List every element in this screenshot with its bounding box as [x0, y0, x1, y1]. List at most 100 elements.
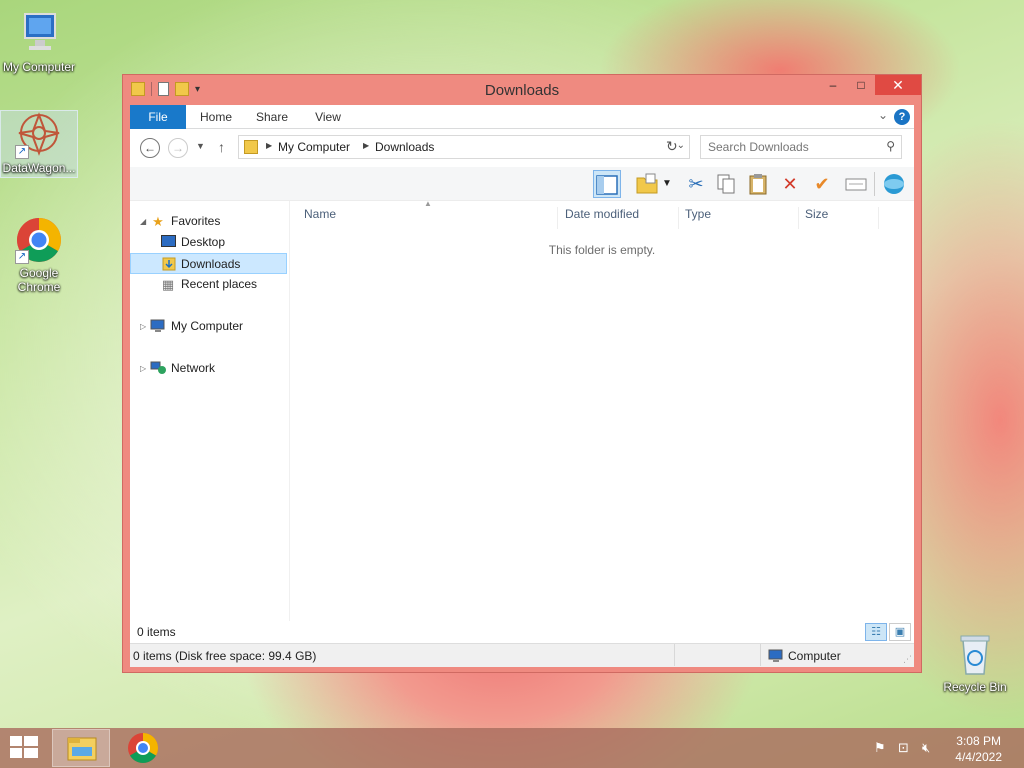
forward-button[interactable]: → — [168, 138, 188, 158]
chevron-down-icon[interactable]: ▼ — [660, 170, 674, 198]
large-icons-view-button[interactable]: ▣ — [889, 623, 911, 641]
computer-icon — [15, 10, 63, 58]
delete-icon[interactable]: ✕ — [776, 170, 804, 198]
clock-date: 4/4/2022 — [955, 750, 1002, 764]
new-folder-icon[interactable] — [633, 170, 661, 198]
nav-my-computer[interactable]: ▷ My Computer — [130, 316, 287, 337]
chevron-right-icon[interactable]: ▶ — [363, 141, 369, 150]
desktop-icon-recycle-bin[interactable]: Recycle Bin — [936, 630, 1014, 694]
recent-places-icon: ▦ — [161, 277, 175, 292]
tab-view[interactable]: View — [304, 105, 352, 129]
desktop-icon-label: Google Chrome — [17, 266, 61, 294]
help-icon[interactable]: ? — [894, 109, 910, 125]
copy-icon[interactable] — [712, 170, 740, 198]
item-count: 0 items — [137, 625, 176, 639]
network-icon — [150, 361, 166, 376]
column-header-type[interactable]: Type — [679, 207, 799, 229]
tab-file[interactable]: File — [130, 105, 186, 129]
expand-icon[interactable]: ▷ — [140, 316, 146, 337]
taskbar-file-explorer[interactable] — [52, 729, 110, 767]
chrome-icon: ↗ — [15, 216, 63, 264]
desktop-icon-my-computer[interactable]: My Computer — [0, 10, 78, 74]
nav-favorites[interactable]: ◢ ★ Favorites — [130, 211, 287, 232]
windows-logo-icon — [24, 748, 38, 758]
minimize-button[interactable]: – — [819, 75, 847, 95]
file-explorer-icon — [67, 737, 97, 761]
tab-home[interactable]: Home — [192, 105, 240, 129]
refresh-icon[interactable]: ↻ — [666, 138, 678, 155]
shortcut-arrow-icon: ↗ — [15, 145, 29, 159]
star-icon: ★ — [152, 214, 164, 229]
window-client: File Home Share View ⌄ ? ← → ▼ ↑ ▶ My Co… — [130, 105, 914, 667]
desktop-icon — [160, 235, 176, 250]
separator — [874, 172, 875, 196]
search-box[interactable]: ⚲ — [700, 135, 902, 159]
computer-icon — [768, 649, 784, 666]
desktop-icon-label: DataWagon... — [2, 161, 76, 175]
breadcrumb-downloads[interactable]: Downloads — [375, 140, 434, 154]
column-header-name[interactable]: Name — [298, 207, 558, 229]
expand-ribbon-icon[interactable]: ⌄ — [878, 108, 888, 122]
desktop-icon-label: My Computer — [2, 60, 76, 74]
search-icon[interactable]: ⚲ — [886, 139, 895, 153]
window-title: Downloads — [484, 82, 560, 99]
recycle-bin-icon — [951, 630, 999, 678]
nav-item-recent-places[interactable]: ▦ Recent places — [130, 274, 287, 295]
status-bar: 0 items ☷ ▣ — [130, 621, 914, 643]
recent-locations-icon[interactable]: ▼ — [196, 141, 205, 151]
computer-icon — [150, 319, 166, 334]
shortcut-arrow-icon: ↗ — [15, 250, 29, 264]
address-bar[interactable]: ▶ My Computer ▶ Downloads ⌄ — [238, 135, 690, 159]
column-header-size[interactable]: Size — [799, 207, 879, 229]
datawagon-app-icon: ↗ — [15, 111, 63, 159]
details-view-button[interactable]: ☷ — [865, 623, 887, 641]
chevron-down-icon[interactable]: ⌄ — [677, 140, 685, 151]
details-bar: 0 items (Disk free space: 99.4 GB) Compu… — [130, 643, 914, 667]
paste-icon[interactable] — [744, 170, 772, 198]
up-button[interactable]: ↑ — [218, 139, 225, 155]
system-clock[interactable]: 3:08 PM 4/4/2022 — [955, 733, 1002, 765]
empty-folder-message: This folder is empty. — [548, 243, 656, 257]
search-input[interactable] — [708, 140, 873, 154]
clock-time: 3:08 PM — [956, 734, 1001, 748]
nav-network[interactable]: ▷ Network — [130, 358, 287, 379]
expand-icon[interactable]: ▷ — [140, 358, 146, 379]
navigation-bar: ← → ▼ ↑ ▶ My Computer ▶ Downloads ⌄ ↻ ⚲ — [130, 129, 914, 167]
preview-pane-button[interactable] — [593, 170, 621, 198]
properties-icon[interactable] — [842, 170, 870, 198]
volume-muted-icon[interactable]: 🔇︎ — [922, 740, 930, 756]
ribbon-tabs: File Home Share View ⌄ ? — [130, 105, 914, 129]
back-button[interactable]: ← — [140, 138, 160, 158]
nav-item-downloads[interactable]: Downloads — [130, 253, 287, 274]
windows-logo-icon — [24, 736, 38, 746]
command-toolbar: ▼ ✂ ✕ ✔ — [130, 167, 914, 201]
separator — [674, 644, 675, 666]
desktop-icon-google-chrome[interactable]: ↗ Google Chrome — [0, 216, 78, 294]
resize-grip-icon[interactable]: ⋰ — [903, 654, 912, 665]
network-status-icon[interactable]: ⊡ — [898, 740, 909, 756]
chevron-right-icon[interactable]: ▶ — [266, 141, 272, 150]
breadcrumb-my-computer[interactable]: My Computer — [278, 140, 350, 154]
title-bar[interactable]: ▾ Downloads – □ ✕ — [123, 75, 921, 105]
start-button[interactable] — [10, 736, 38, 760]
windows-logo-icon — [10, 748, 22, 758]
globe-icon[interactable] — [880, 170, 908, 198]
file-list[interactable]: ▲ Name Date modified Type Size This fold… — [292, 199, 914, 631]
cut-icon[interactable]: ✂ — [682, 170, 710, 198]
close-button[interactable]: ✕ — [875, 75, 921, 95]
nav-item-desktop[interactable]: Desktop — [130, 232, 287, 253]
location-zone: Computer — [788, 649, 841, 663]
tab-share[interactable]: Share — [248, 105, 296, 129]
column-header-date-modified[interactable]: Date modified — [559, 207, 679, 229]
desktop-icon-datawagon[interactable]: ↗ DataWagon... — [0, 110, 78, 178]
taskbar: ⚑ ⊡ 🔇︎ 3:08 PM 4/4/2022 — [0, 728, 1024, 768]
navigation-pane: ◢ ★ Favorites Desktop Downloads ▦ Recent… — [130, 201, 290, 621]
folder-icon — [244, 140, 258, 154]
separator — [760, 644, 761, 666]
collapse-icon[interactable]: ◢ — [140, 211, 146, 232]
maximize-button[interactable]: □ — [847, 75, 875, 95]
action-center-flag-icon[interactable]: ⚑ — [874, 740, 886, 756]
rename-check-icon[interactable]: ✔ — [808, 170, 836, 198]
explorer-window: ▾ Downloads – □ ✕ File Home Share View ⌄… — [122, 74, 922, 673]
taskbar-google-chrome[interactable] — [114, 729, 172, 767]
